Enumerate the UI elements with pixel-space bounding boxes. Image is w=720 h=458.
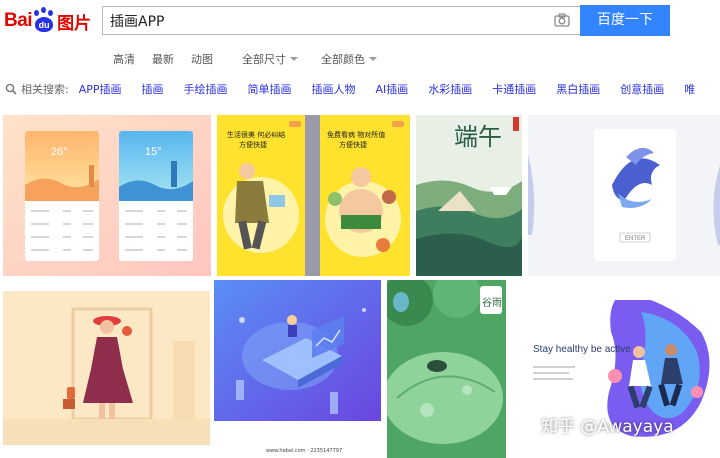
filter-label: 最新 bbox=[152, 53, 174, 66]
watermark-text: 知乎 @Awayaya bbox=[541, 417, 674, 437]
related-label: 相关搜索: bbox=[21, 83, 69, 96]
result-image-green-leaf[interactable]: 谷雨 bbox=[387, 280, 506, 458]
search-button[interactable]: 百度一下 bbox=[580, 5, 670, 36]
filter-label: 全部尺寸 bbox=[242, 53, 286, 66]
related-keyword[interactable]: 黑白插画 bbox=[556, 81, 600, 97]
related-keyword[interactable]: 手绘插画 bbox=[184, 81, 228, 97]
result-image-yellow-posters[interactable]: 生活很美 何必纠结 方便快捷 免费看病 物对所值 方便快捷 bbox=[217, 115, 410, 276]
landing-heading: Stay healthy be active bbox=[533, 344, 631, 355]
filter-size-dropdown[interactable]: 全部尺寸 bbox=[242, 51, 298, 67]
poster-right-line2: 方便快捷 bbox=[339, 140, 367, 149]
related-keyword[interactable]: 插画 bbox=[142, 81, 164, 97]
baidu-image-search-page: Bai du 图片 百度一下 高清 最新 动图 全部尺寸 全部颜色 bbox=[0, 0, 720, 458]
filter-color-dropdown[interactable]: 全部颜色 bbox=[321, 51, 377, 67]
search-icon bbox=[5, 83, 17, 95]
search-input[interactable] bbox=[103, 7, 543, 34]
filter-label: 动图 bbox=[191, 53, 213, 66]
related-keyword[interactable]: 水彩插画 bbox=[428, 81, 472, 97]
footer-credit-text: www.hebei.com · 2235147797 bbox=[266, 448, 343, 454]
logo-tupian-text: 图片 bbox=[57, 13, 92, 34]
caret-down-icon bbox=[369, 57, 377, 61]
baidu-image-logo[interactable]: Bai du 图片 bbox=[4, 7, 92, 34]
poster-left-line1: 生活很美 何必纠结 bbox=[227, 130, 285, 139]
rain-label: 谷雨 bbox=[482, 297, 502, 309]
filter-animated[interactable]: 动图 bbox=[191, 51, 213, 67]
filter-bar: 高清 最新 动图 全部尺寸 全部颜色 bbox=[113, 51, 394, 67]
related-keyword[interactable]: APP插画 bbox=[79, 81, 122, 97]
filter-hd[interactable]: 高清 bbox=[113, 51, 135, 67]
logo-bai-text: Bai bbox=[4, 10, 33, 31]
fish-enter-button: ENTER bbox=[625, 236, 646, 242]
header: Bai du 图片 百度一下 bbox=[0, 0, 720, 44]
result-image-woman-hat[interactable] bbox=[3, 291, 210, 445]
result-image-weather-app[interactable]: 26° 15° bbox=[3, 115, 211, 276]
poster-right-line1: 免费看病 物对所值 bbox=[327, 130, 385, 139]
poster-left-line2: 方便快捷 bbox=[239, 140, 267, 149]
related-keyword[interactable]: 卡通插画 bbox=[492, 81, 536, 97]
paw-icon: du bbox=[33, 7, 55, 33]
search-box bbox=[102, 6, 580, 35]
filter-label: 全部颜色 bbox=[321, 53, 365, 66]
related-keyword[interactable]: AI插画 bbox=[376, 81, 409, 97]
related-searches: 相关搜索: APP插画 插画 手绘插画 简单插画 插画人物 AI插画 水彩插画 … bbox=[0, 78, 720, 100]
weather-temp-left: 26° bbox=[51, 146, 68, 158]
camera-icon[interactable] bbox=[554, 13, 570, 27]
filter-label: 高清 bbox=[113, 53, 135, 66]
related-keyword[interactable]: 简单插画 bbox=[248, 81, 292, 97]
result-image-duanwu[interactable]: 端午 bbox=[416, 115, 522, 276]
result-image-fish-login[interactable]: ENTER bbox=[528, 115, 720, 276]
weather-temp-right: 15° bbox=[145, 146, 162, 158]
filter-latest[interactable]: 最新 bbox=[152, 51, 174, 67]
result-image-purple-3d[interactable] bbox=[214, 280, 381, 421]
logo-du-text: du bbox=[35, 17, 54, 32]
related-keyword[interactable]: 唯 bbox=[684, 81, 695, 97]
related-keyword[interactable]: 插画人物 bbox=[312, 81, 356, 97]
result-image-footer-credit: www.hebei.com · 2235147797 bbox=[214, 422, 381, 458]
duanwu-title: 端午 bbox=[454, 123, 502, 151]
related-keyword[interactable]: 创意插画 bbox=[620, 81, 664, 97]
caret-down-icon bbox=[290, 57, 298, 61]
